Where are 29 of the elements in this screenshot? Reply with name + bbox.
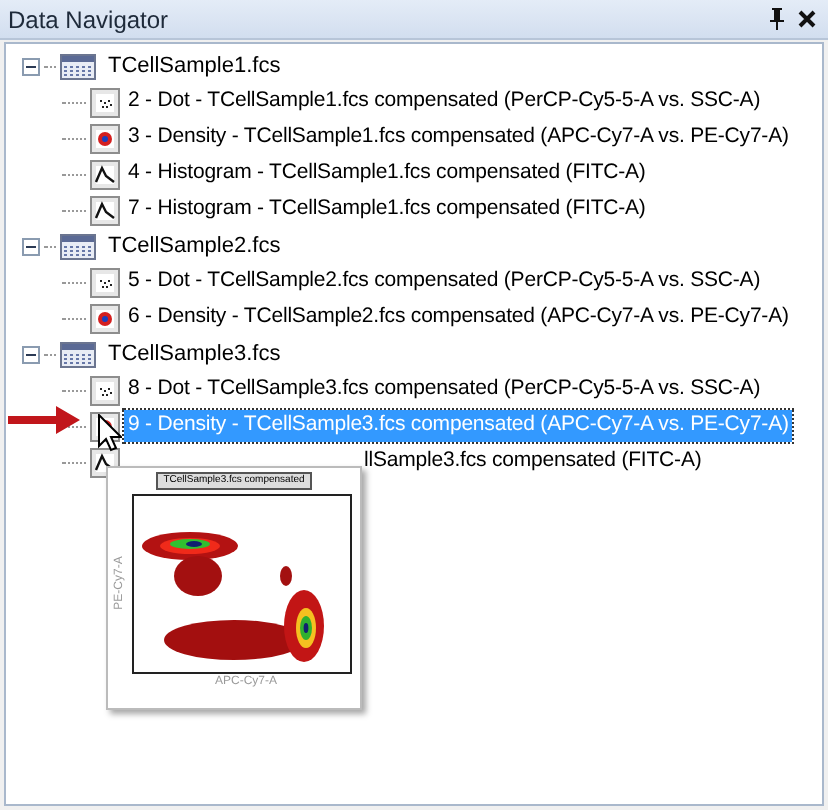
dot-plot-icon bbox=[90, 87, 120, 117]
dot-plot-icon bbox=[90, 267, 120, 297]
table-icon bbox=[60, 53, 96, 79]
density-plot-icon bbox=[90, 303, 120, 333]
cursor-icon bbox=[98, 414, 122, 452]
plot-item[interactable]: 4 - Histogram - TCellSample1.fcs compensated (FITC-A) bbox=[124, 158, 650, 190]
collapse-icon[interactable] bbox=[22, 237, 40, 255]
file-name[interactable]: TCellSample2.fcs bbox=[108, 229, 281, 263]
plot-item[interactable]: 6 - Density - TCellSample2.fcs compensated (APC-Cy7-A vs. PE-Cy7-A) bbox=[124, 302, 793, 334]
arrow-icon bbox=[8, 406, 80, 434]
collapse-icon[interactable] bbox=[22, 57, 40, 75]
file-name[interactable]: TCellSample3.fcs bbox=[108, 337, 281, 371]
table-icon bbox=[60, 341, 96, 367]
panel-title: Data Navigator bbox=[8, 3, 169, 37]
histogram-icon bbox=[90, 195, 120, 225]
pin-icon[interactable] bbox=[768, 8, 786, 30]
plot-item[interactable]: 2 - Dot - TCellSample1.fcs compensated (PerCP-Cy5-5-A vs. SSC-A) bbox=[124, 86, 765, 118]
plot-item[interactable]: 3 - Density - TCellSample1.fcs compensated (APC-Cy7-A vs. PE-Cy7-A) bbox=[124, 122, 793, 154]
plot-item[interactable]: 5 - Dot - TCellSample2.fcs compensated (PerCP-Cy5-5-A vs. SSC-A) bbox=[124, 266, 765, 298]
histogram-icon bbox=[90, 159, 120, 189]
plot-item[interactable]: 8 - Dot - TCellSample3.fcs compensated (PerCP-Cy5-5-A vs. SSC-A) bbox=[124, 374, 765, 406]
plot-item[interactable]: llSample3.fcs compensated (FITC-A) bbox=[360, 446, 706, 478]
table-icon bbox=[60, 233, 96, 259]
collapse-icon[interactable] bbox=[22, 345, 40, 363]
close-icon[interactable] bbox=[798, 10, 816, 28]
plot-item[interactable]: 7 - Histogram - TCellSample1.fcs compensated (FITC-A) bbox=[124, 194, 650, 226]
file-name[interactable]: TCellSample1.fcs bbox=[108, 49, 281, 83]
density-plot-icon bbox=[90, 123, 120, 153]
dot-plot-icon bbox=[90, 375, 120, 405]
